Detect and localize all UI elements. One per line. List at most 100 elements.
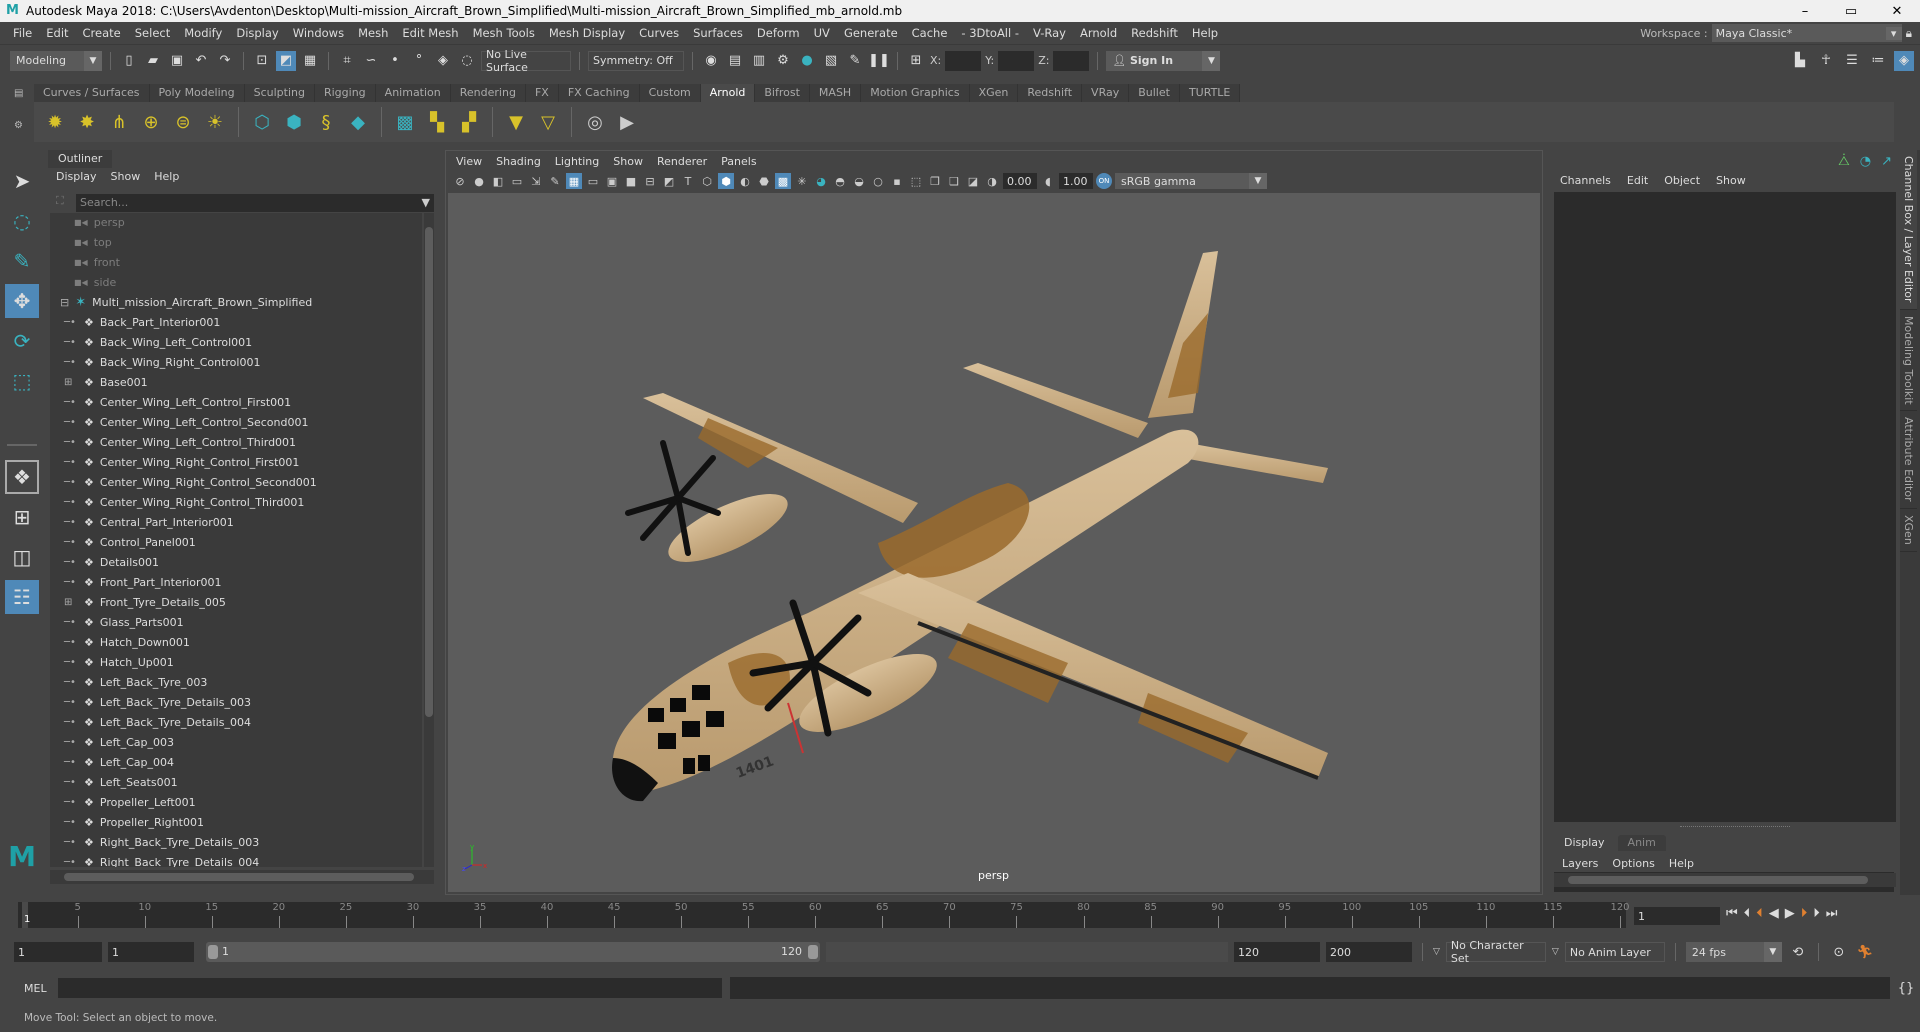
outliner-vertical-scrollbar[interactable]	[424, 213, 434, 867]
attribute-editor-icon[interactable]: ☰	[1842, 51, 1862, 71]
scrollbar-thumb[interactable]	[64, 873, 414, 881]
safe-action-icon[interactable]: ◩	[661, 173, 677, 189]
viewport-menu-show[interactable]: Show	[613, 155, 643, 168]
outliner-item-mesh[interactable]: ─• ❖ Glass_Parts001	[50, 613, 422, 633]
shelf-tab-custom[interactable]: Custom	[639, 84, 701, 102]
outliner-item-mesh[interactable]: ─• ❖ Back_Part_Interior001	[50, 313, 422, 333]
scrollbar-thumb[interactable]	[1568, 876, 1868, 884]
layer-tab-anim[interactable]: Anim	[1617, 835, 1666, 851]
menu-create[interactable]: Create	[76, 26, 128, 40]
snap-grid-icon[interactable]: ⌗	[337, 51, 357, 71]
range-slider[interactable]: 1 120	[206, 942, 820, 962]
shelf-settings-icon[interactable]: ⚙	[14, 120, 23, 131]
outliner-item-mesh[interactable]: ─• ❖ Right_Back_Tyre_Details_003	[50, 833, 422, 853]
use-all-lights-icon[interactable]: ✳	[794, 173, 810, 189]
scrollbar-thumb[interactable]	[425, 227, 433, 717]
lasso-tool-icon[interactable]: ◌	[5, 204, 39, 238]
3d-scene[interactable]: 1401 y x z persp	[448, 193, 1540, 892]
anim-layer-menu-icon[interactable]: ▽	[1552, 947, 1559, 957]
field-chart-icon[interactable]: ⊟	[642, 173, 658, 189]
select-camera-icon[interactable]: ⊘	[452, 173, 468, 189]
move-tool-icon[interactable]: ✥	[5, 284, 39, 318]
grid-icon[interactable]: ▦	[566, 173, 582, 189]
xray-joints-icon[interactable]: ❑	[946, 173, 962, 189]
aircraft-model[interactable]: 1401	[448, 193, 1540, 892]
step-forward-key-icon[interactable]: ⏵	[1801, 906, 1808, 921]
script-editor-icon[interactable]: {}	[1896, 978, 1916, 998]
light-editor-icon[interactable]: ✎	[845, 51, 865, 71]
save-scene-icon[interactable]: ▣	[167, 51, 187, 71]
curve-collector-icon[interactable]: §	[313, 109, 339, 135]
outliner-item-mesh[interactable]: ─• ❖ Left_Cap_003	[50, 733, 422, 753]
render-current-frame-icon[interactable]: ▤	[725, 51, 745, 71]
character-set-menu-icon[interactable]: ▽	[1433, 947, 1440, 957]
outliner-item-mesh[interactable]: ─• ❖ Hatch_Down001	[50, 633, 422, 653]
gate-mask-icon[interactable]: ■	[623, 173, 639, 189]
depth-of-field-icon[interactable]: ▪	[889, 173, 905, 189]
shelf-tab-animation[interactable]: Animation	[375, 84, 451, 102]
outliner-item-mesh[interactable]: ─• ❖ Propeller_Right001	[50, 813, 422, 833]
outliner-menu-display[interactable]: Display	[56, 170, 97, 183]
layer-horizontal-scrollbar[interactable]	[1554, 873, 1896, 887]
speed-icon[interactable]: ◔	[1860, 154, 1871, 169]
menu-surfaces[interactable]: Surfaces	[686, 26, 750, 40]
mel-label[interactable]: MEL	[0, 982, 58, 995]
outliner-item-mesh[interactable]: ─• ❖ Front_Part_Interior001	[50, 573, 422, 593]
resolution-gate-icon[interactable]: ▣	[604, 173, 620, 189]
side-tab-modeling-toolkit[interactable]: Modeling Toolkit	[1900, 310, 1917, 412]
light-portal-icon[interactable]: ⊜	[170, 109, 196, 135]
gamma-icon[interactable]: ◖	[1040, 173, 1056, 189]
snap-curve-icon[interactable]: ∽	[361, 51, 381, 71]
playback-end-field[interactable]: 120	[1234, 942, 1320, 962]
texture-manager-icon[interactable]: ▼	[503, 109, 529, 135]
play-backwards-icon[interactable]: ◀	[1769, 906, 1779, 921]
tool-settings-icon[interactable]: ≔	[1868, 51, 1888, 71]
animation-preferences-icon[interactable]: 🏃︎	[1855, 942, 1875, 962]
shelf-tab-poly-modeling[interactable]: Poly Modeling	[149, 84, 245, 102]
outliner-item-mesh[interactable]: ─• ❖ Center_Wing_Left_Control_First001	[50, 393, 422, 413]
color-management-toggle-icon[interactable]: ON	[1096, 173, 1112, 189]
two-view-layout-icon[interactable]: ◫	[5, 540, 39, 574]
menu-display[interactable]: Display	[229, 26, 285, 40]
outliner-item-mesh[interactable]: ─• ❖ Center_Wing_Right_Control_Second001	[50, 473, 422, 493]
menu-modify[interactable]: Modify	[177, 26, 229, 40]
shelf-tab-vray[interactable]: VRay	[1082, 84, 1130, 102]
textured-icon[interactable]: ▩	[775, 173, 791, 189]
grease-pencil-icon[interactable]: ✎	[547, 173, 563, 189]
outliner-item-mesh[interactable]: ─• ❖ Details001	[50, 553, 422, 573]
menu-mesh[interactable]: Mesh	[351, 26, 395, 40]
auto-key-icon[interactable]: ⊙	[1829, 942, 1849, 962]
arnold-render-view-icon[interactable]: ▩	[392, 109, 418, 135]
outliner-item-mesh[interactable]: ⊞ ❖ Base001	[50, 373, 422, 393]
range-end-handle[interactable]	[808, 945, 818, 959]
outliner-menu-show[interactable]: Show	[111, 170, 141, 183]
menu-generate[interactable]: Generate	[837, 26, 905, 40]
exposure-field[interactable]: 0.00	[1003, 173, 1037, 189]
close-button[interactable]: ✕	[1874, 0, 1920, 22]
outliner-item-mesh[interactable]: ─• ❖ Center_Wing_Left_Control_Third001	[50, 433, 422, 453]
minimize-button[interactable]: –	[1782, 0, 1828, 22]
outliner-item-mesh[interactable]: ─• ❖ Back_Wing_Right_Control001	[50, 353, 422, 373]
camera-attributes-icon[interactable]: ●	[471, 173, 487, 189]
maximize-button[interactable]: ▭	[1828, 0, 1874, 22]
sign-in-dropdown[interactable]: 👤︎ Sign In ▼	[1106, 50, 1221, 71]
render-play-icon[interactable]: ▶	[614, 109, 640, 135]
mesh-light-icon[interactable]: ✸	[74, 109, 100, 135]
symmetry-dropdown[interactable]: Symmetry: Off	[588, 50, 684, 71]
outliner-item-camera[interactable]: ■◀ side	[50, 273, 422, 293]
menu-curves[interactable]: Curves	[632, 26, 686, 40]
menu-redshift[interactable]: Redshift	[1124, 26, 1185, 40]
shelf-tab-rendering[interactable]: Rendering	[450, 84, 526, 102]
bookmark-icon[interactable]: ◧	[490, 173, 506, 189]
live-surface-field[interactable]: No Live Surface	[481, 48, 571, 74]
menu-uv[interactable]: UV	[807, 26, 837, 40]
shelf-tab-motion-graphics[interactable]: Motion Graphics	[861, 84, 970, 102]
x-field[interactable]	[945, 50, 982, 71]
xray-components-icon[interactable]: ◪	[965, 173, 981, 189]
shelf-tab-arnold[interactable]: Arnold	[700, 84, 756, 102]
loop-icon[interactable]: ⟲	[1788, 942, 1808, 962]
image-plane-icon[interactable]: ▭	[509, 173, 525, 189]
current-frame-field[interactable]: 1	[1634, 907, 1720, 925]
time-slider[interactable]: 1 5 10 15 20 25 30 35 40 45 50 55 60 65 70 75 80 85 90 95 1…	[18, 902, 1630, 928]
select-tool-icon[interactable]: ➤	[5, 164, 39, 198]
